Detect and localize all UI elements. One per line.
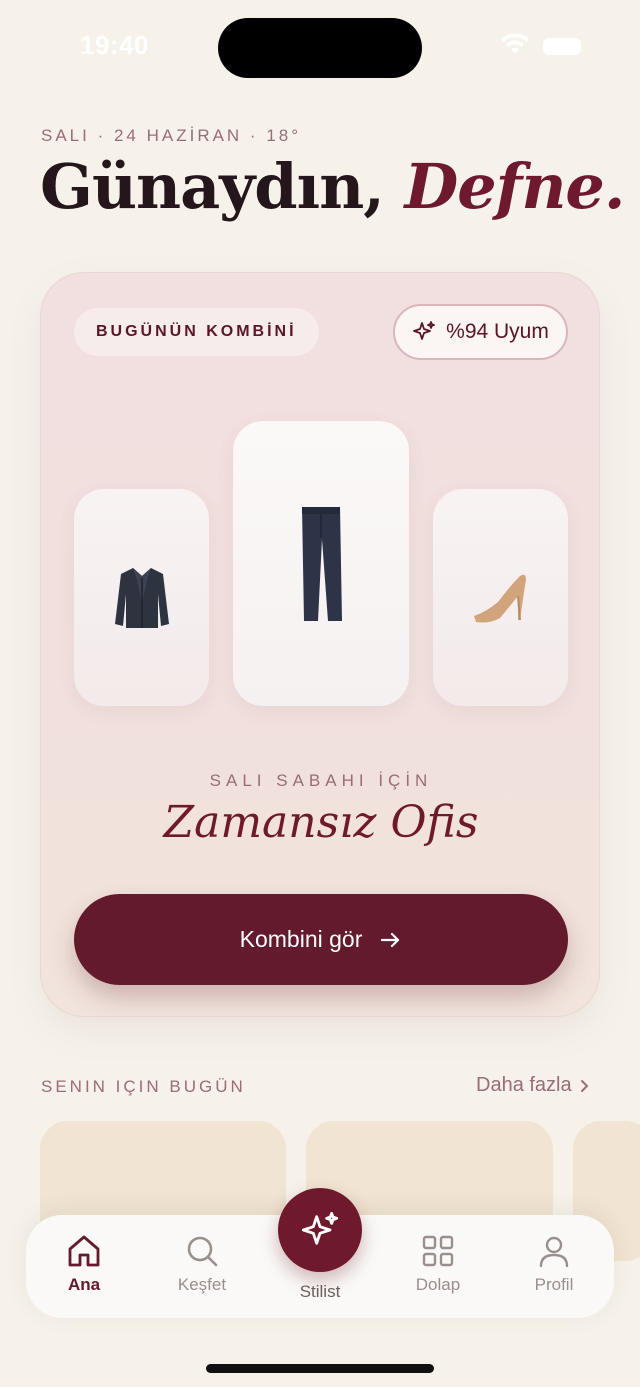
- greeting-title: Günaydın, Defne.: [40, 150, 625, 223]
- heels-image: [473, 574, 526, 622]
- todays-outfit-card[interactable]: BUGÜNÜN KOMBİNİ %94 Uyum SALI SABAHI İÇİ…: [40, 272, 600, 1017]
- date-weather-line: SALI · 24 HAZİRAN · 18°: [41, 126, 302, 145]
- arrow-right-icon: [381, 932, 400, 947]
- section-title: SENIN IÇIN BUGÜN: [41, 1077, 246, 1096]
- tab-home[interactable]: Ana: [34, 1233, 134, 1295]
- greeting-prefix: Günaydın,: [40, 150, 405, 223]
- tab-explore[interactable]: Keşfet: [152, 1233, 252, 1295]
- outfit-item-heels[interactable]: [433, 489, 568, 706]
- chevron-right-icon: [580, 1079, 589, 1092]
- outfit-title: Zamansız Ofis: [163, 797, 479, 848]
- tab-profile[interactable]: Profil: [504, 1233, 604, 1295]
- occasion-label: SALI SABAHI İÇİN: [209, 771, 433, 790]
- tab-explore-label: Keşfet: [177, 1275, 227, 1294]
- home-indicator: [206, 1364, 434, 1373]
- match-score-pill[interactable]: %94 Uyum: [393, 304, 568, 360]
- view-outfit-button[interactable]: Kombini gör: [74, 894, 568, 985]
- tab-closet-label: Dolap: [415, 1275, 461, 1294]
- match-score-label: %94 Uyum: [446, 320, 549, 343]
- stylist-button[interactable]: [278, 1188, 362, 1272]
- home-icon: [68, 1235, 100, 1267]
- more-link[interactable]: Daha fazla: [476, 1074, 590, 1097]
- trousers-image: [302, 506, 342, 621]
- status-time: 19:40: [80, 30, 149, 60]
- dynamic-island: [218, 18, 422, 78]
- grid-icon: [422, 1235, 454, 1267]
- sparkle-icon: [413, 321, 436, 340]
- more-link-label: Daha fazla: [476, 1074, 572, 1096]
- battery-icon: [543, 38, 581, 55]
- tab-closet[interactable]: Dolap: [388, 1233, 488, 1295]
- tab-profile-label: Profil: [534, 1275, 574, 1294]
- wifi-icon: [501, 34, 529, 54]
- tab-home-label: Ana: [67, 1275, 101, 1294]
- todays-outfit-badge: BUGÜNÜN KOMBİNİ: [74, 308, 319, 356]
- sparkle-icon: [301, 1211, 339, 1245]
- outfit-item-jacket[interactable]: [74, 489, 209, 706]
- jacket-image: [114, 567, 169, 628]
- greeting-name: Defne.: [404, 150, 625, 223]
- search-icon: [187, 1236, 218, 1267]
- tab-stylist-label: Stilist: [299, 1282, 341, 1301]
- user-icon: [539, 1236, 569, 1268]
- outfit-item-trousers[interactable]: [233, 421, 409, 706]
- status-bar: 19:40: [0, 0, 640, 96]
- view-outfit-label: Kombini gör: [239, 926, 363, 952]
